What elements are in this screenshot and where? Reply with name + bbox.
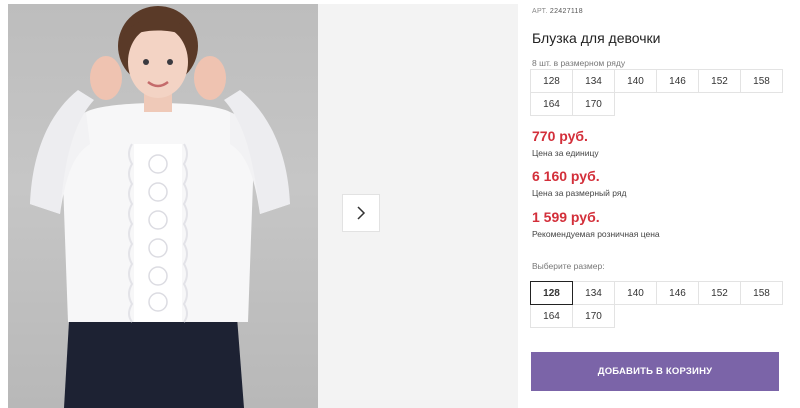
add-to-cart-button[interactable]: ДОБАВИТЬ В КОРЗИНУ (531, 352, 779, 391)
product-photo[interactable] (8, 4, 318, 408)
size-option-134[interactable]: 134 (572, 281, 615, 305)
retail-price: 1 599 руб. (532, 209, 600, 225)
article-number: АРТ. 22427118 (532, 8, 583, 15)
size-option-146[interactable]: 146 (656, 281, 699, 305)
article-value: 22427118 (549, 8, 583, 15)
pack-sizes-grid: 128 134 140 146 152 158 164 170 (530, 69, 783, 116)
article-label: АРТ. (532, 8, 548, 15)
pack-size-cell: 128 (530, 69, 573, 93)
pack-size-cell: 146 (656, 69, 699, 93)
pack-size-cell: 170 (572, 92, 615, 116)
unit-price-caption: Цена за единицу (532, 148, 599, 158)
size-option-128[interactable]: 128 (530, 281, 573, 305)
pack-size-cell: 164 (530, 92, 573, 116)
pack-size-cell: 134 (572, 69, 615, 93)
select-size-label: Выберите размер: (532, 261, 605, 271)
size-option-140[interactable]: 140 (614, 281, 657, 305)
pack-size-cell: 158 (740, 69, 783, 93)
chevron-right-icon (357, 206, 366, 220)
size-option-152[interactable]: 152 (698, 281, 741, 305)
unit-price: 770 руб. (532, 128, 588, 144)
size-select-grid: 128 134 140 146 152 158 164 170 (530, 281, 783, 328)
product-photo-illustration (30, 6, 290, 408)
size-option-170[interactable]: 170 (572, 304, 615, 328)
size-option-164[interactable]: 164 (530, 304, 573, 328)
pack-size-cell: 140 (614, 69, 657, 93)
retail-price-caption: Рекомендуемая розничная цена (532, 229, 660, 239)
gallery-next-button[interactable] (342, 194, 380, 232)
pack-size-cell: 152 (698, 69, 741, 93)
pack-price: 6 160 руб. (532, 168, 600, 184)
pack-size-label: 8 шт. в размерном ряду (532, 58, 626, 68)
size-option-158[interactable]: 158 (740, 281, 783, 305)
pack-price-caption: Цена за размерный ряд (532, 188, 627, 198)
product-title: Блузка для девочки (532, 30, 661, 46)
